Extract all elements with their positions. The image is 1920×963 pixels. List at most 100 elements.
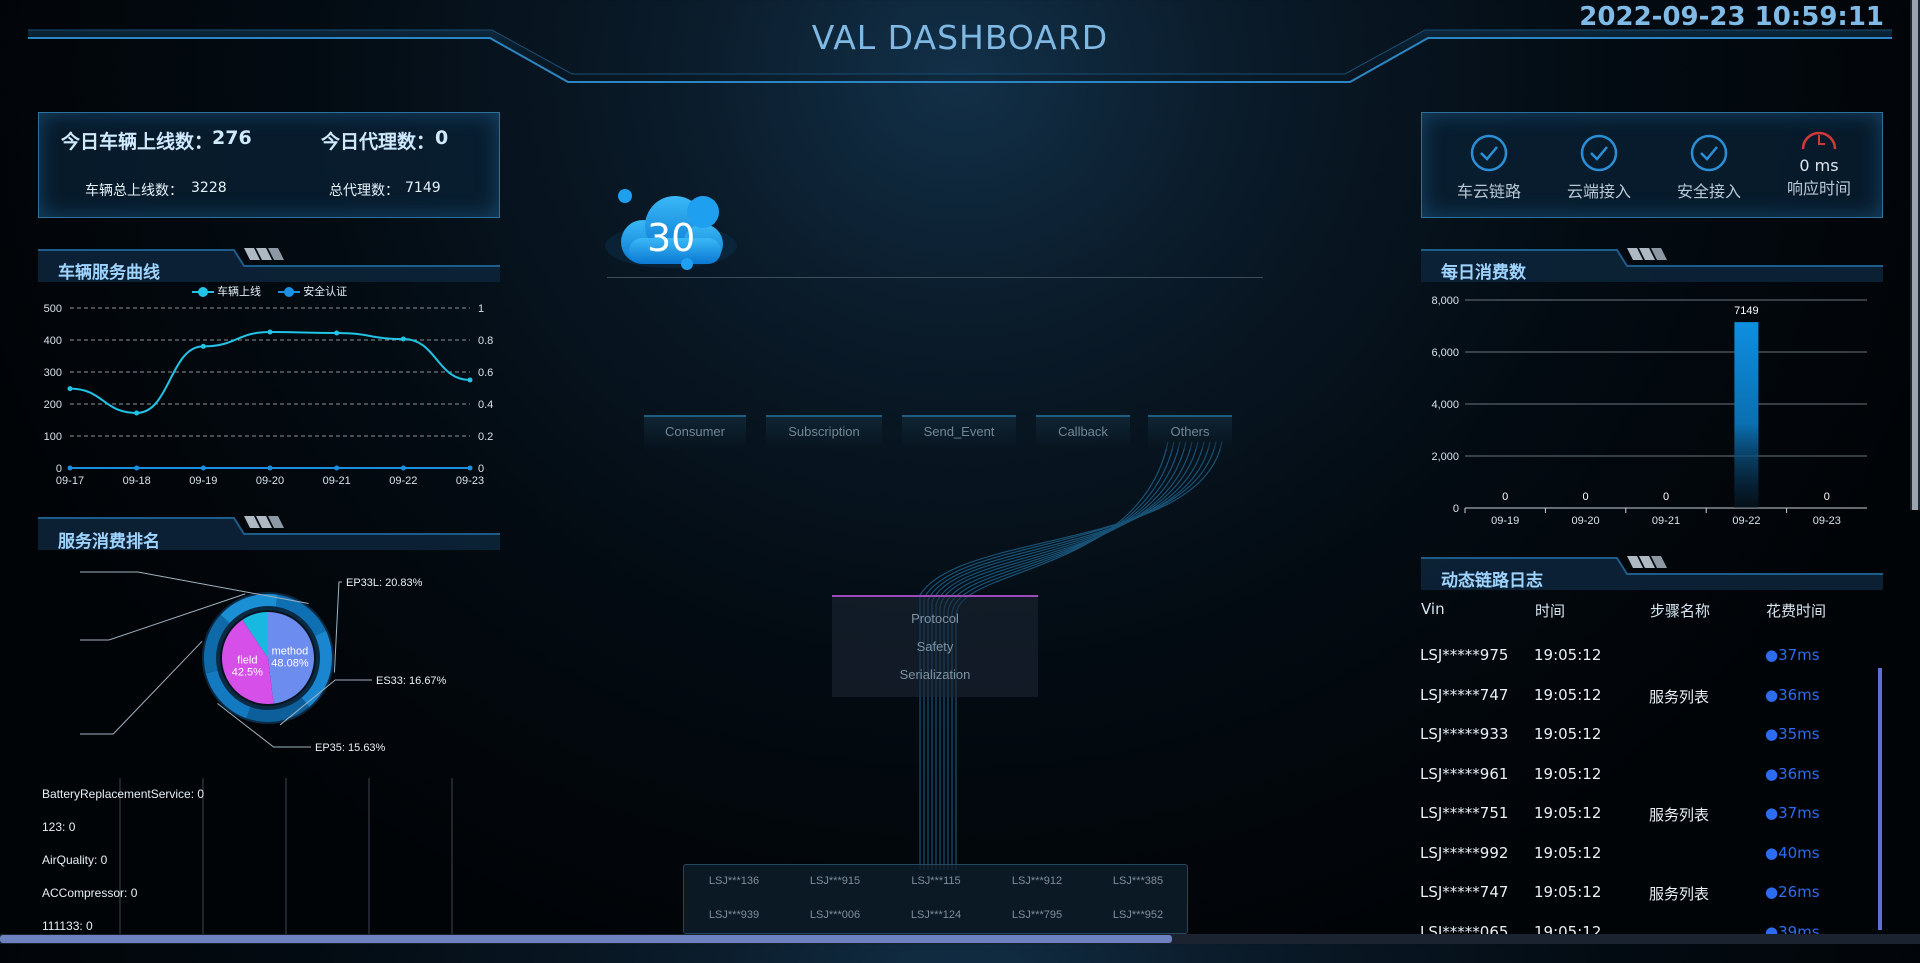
- bar-value-label: 0: [1502, 491, 1508, 503]
- tab-consumer[interactable]: Consumer: [644, 415, 746, 449]
- x-tick-label: 09-22: [389, 475, 417, 487]
- today-proxy-label: 今日代理数：: [321, 131, 436, 153]
- vin-chip[interactable]: LSJ***952: [1088, 909, 1188, 921]
- table-row[interactable]: LSJ*****747 19:05:12 服务列表 ●26ms: [1420, 883, 1870, 923]
- vin-chip[interactable]: LSJ***915: [785, 875, 885, 887]
- vin-chip[interactable]: LSJ***912: [987, 875, 1087, 887]
- log-time-value: 19:05:12: [1534, 883, 1602, 901]
- today-online-value: 276: [212, 127, 252, 149]
- table-row[interactable]: LSJ*****747 19:05:12 服务列表 ●36ms: [1420, 686, 1870, 726]
- vertical-scroll-thumb[interactable]: [1912, 0, 1918, 510]
- y-tick-label: 6,000: [1431, 347, 1459, 359]
- outer-slice-label: EP33L: 20.83%: [346, 577, 423, 589]
- y-tick-label: 4,000: [1431, 399, 1459, 411]
- bar-value-label: 0: [1663, 491, 1669, 503]
- data-point[interactable]: [400, 336, 406, 342]
- legend-marker-auth: [278, 287, 301, 298]
- data-point[interactable]: [134, 410, 140, 416]
- daily-bar-chart: 0 2,000 4,000 6,000 8,000 0 09-19 0 09-20 0 09-21 7…: [1431, 295, 1867, 527]
- stack-serialization: Serialization: [899, 667, 971, 682]
- bar[interactable]: [1734, 322, 1759, 508]
- log-col-time: 时间: [1535, 602, 1566, 620]
- log-cost-cell: ●37ms: [1765, 646, 1820, 664]
- x-tick-label: 09-21: [323, 475, 351, 487]
- vin-chip[interactable]: LSJ***115: [886, 875, 986, 887]
- tab-callback[interactable]: Callback: [1036, 415, 1130, 449]
- y-tick-label: 100: [44, 431, 62, 443]
- log-title: 动态链路日志: [1441, 571, 1543, 591]
- slice-percent-label: 42.5%: [232, 667, 263, 679]
- log-col-step: 步骤名称: [1650, 602, 1711, 620]
- table-row[interactable]: LSJ*****975 19:05:12 ●37ms: [1420, 646, 1870, 686]
- x-tick-label: 09-23: [456, 475, 484, 487]
- y-tick-label: 0: [1453, 503, 1459, 515]
- kpi-card: 今日车辆上线数： 276 今日代理数： 0 车辆总上线数： 3228 总代理数：…: [38, 112, 500, 218]
- log-time-value: 19:05:12: [1534, 646, 1602, 664]
- status-cloud: 云端接入: [1544, 133, 1654, 202]
- slice-percent-label: 48.08%: [271, 658, 309, 670]
- log-step-cell: 服务列表: [1649, 806, 1710, 824]
- data-point[interactable]: [200, 343, 206, 349]
- table-row[interactable]: LSJ*****751 19:05:12 服务列表 ●37ms: [1420, 804, 1870, 844]
- x-tick-label: 09-17: [56, 475, 84, 487]
- datetime-display: 2022-09-23 10:59:11: [1579, 2, 1884, 32]
- bar-value-label: 0: [1824, 491, 1830, 503]
- y-tick-label: 200: [44, 399, 62, 411]
- tab-subscription[interactable]: Subscription: [766, 415, 882, 449]
- x-tick-label: 09-22: [1732, 515, 1760, 527]
- x-tick-label: 09-19: [1491, 515, 1519, 527]
- y2-tick-label: 0.4: [478, 399, 493, 411]
- data-point[interactable]: [200, 465, 206, 471]
- tab-others[interactable]: Others: [1148, 415, 1232, 449]
- y2-tick-label: 0.6: [478, 367, 493, 379]
- vin-chip[interactable]: LSJ***939: [684, 909, 784, 921]
- vin-chip[interactable]: LSJ***006: [785, 909, 885, 921]
- total-proxy-label: 总代理数：: [329, 183, 399, 199]
- status-link: 车云链路: [1434, 133, 1544, 202]
- log-cost-cell: ●36ms: [1765, 764, 1820, 783]
- service-rank-title: 服务消费排名: [58, 532, 160, 552]
- log-cost-cell: ●35ms: [1765, 725, 1820, 743]
- label-leader-line: [333, 581, 342, 673]
- horizontal-scroll-thumb[interactable]: [0, 935, 1172, 943]
- bar-value-label: 7149: [1734, 305, 1758, 317]
- vin-chip[interactable]: LSJ***136: [684, 875, 784, 887]
- data-point[interactable]: [467, 377, 473, 383]
- status-label-security: 安全接入: [1676, 182, 1741, 201]
- x-tick-label: 09-19: [189, 475, 217, 487]
- table-row[interactable]: LSJ*****961 19:05:12 ●36ms: [1420, 765, 1870, 805]
- data-point[interactable]: [334, 330, 340, 336]
- data-point[interactable]: [134, 465, 140, 471]
- data-point[interactable]: [67, 465, 73, 471]
- table-row[interactable]: LSJ*****933 19:05:12 ●35ms: [1420, 725, 1870, 765]
- status-label-link: 车云链路: [1456, 182, 1521, 201]
- horizontal-scrollbar[interactable]: [0, 934, 1920, 944]
- vin-chip[interactable]: LSJ***385: [1088, 875, 1188, 887]
- data-point[interactable]: [467, 465, 473, 471]
- data-point[interactable]: [400, 465, 406, 471]
- log-step-cell: 服务列表: [1649, 687, 1710, 706]
- tab-send-event[interactable]: Send_Event: [902, 415, 1016, 449]
- log-scrollbar[interactable]: [1878, 668, 1882, 930]
- x-tick-label: 09-20: [256, 475, 284, 487]
- vin-chip[interactable]: LSJ***795: [987, 909, 1087, 921]
- log-cost-cell: ●26ms: [1765, 883, 1820, 901]
- data-point[interactable]: [67, 386, 73, 392]
- today-proxy-value: 0: [435, 127, 449, 149]
- y2-tick-label: 0.8: [478, 335, 493, 347]
- vin-chip[interactable]: LSJ***124: [886, 909, 986, 921]
- status-response: 0 ms 响应时间: [1764, 127, 1874, 199]
- vertical-scrollbar[interactable]: [1910, 0, 1920, 510]
- data-point[interactable]: [267, 329, 273, 335]
- slice-name-label: method: [272, 646, 309, 658]
- total-proxy-value: 7149: [405, 180, 441, 196]
- log-time-value: 19:05:12: [1534, 725, 1602, 743]
- check-circle-icon: [1470, 134, 1508, 172]
- data-point[interactable]: [334, 465, 340, 471]
- data-point[interactable]: [267, 465, 273, 471]
- outer-slice-label: ES33: 16.67%: [376, 675, 447, 687]
- y2-tick-label: 0: [478, 463, 484, 475]
- clock-icon: [1801, 131, 1837, 150]
- log-col-vin: Vin: [1421, 600, 1445, 618]
- table-row[interactable]: LSJ*****992 19:05:12 ●40ms: [1420, 844, 1870, 884]
